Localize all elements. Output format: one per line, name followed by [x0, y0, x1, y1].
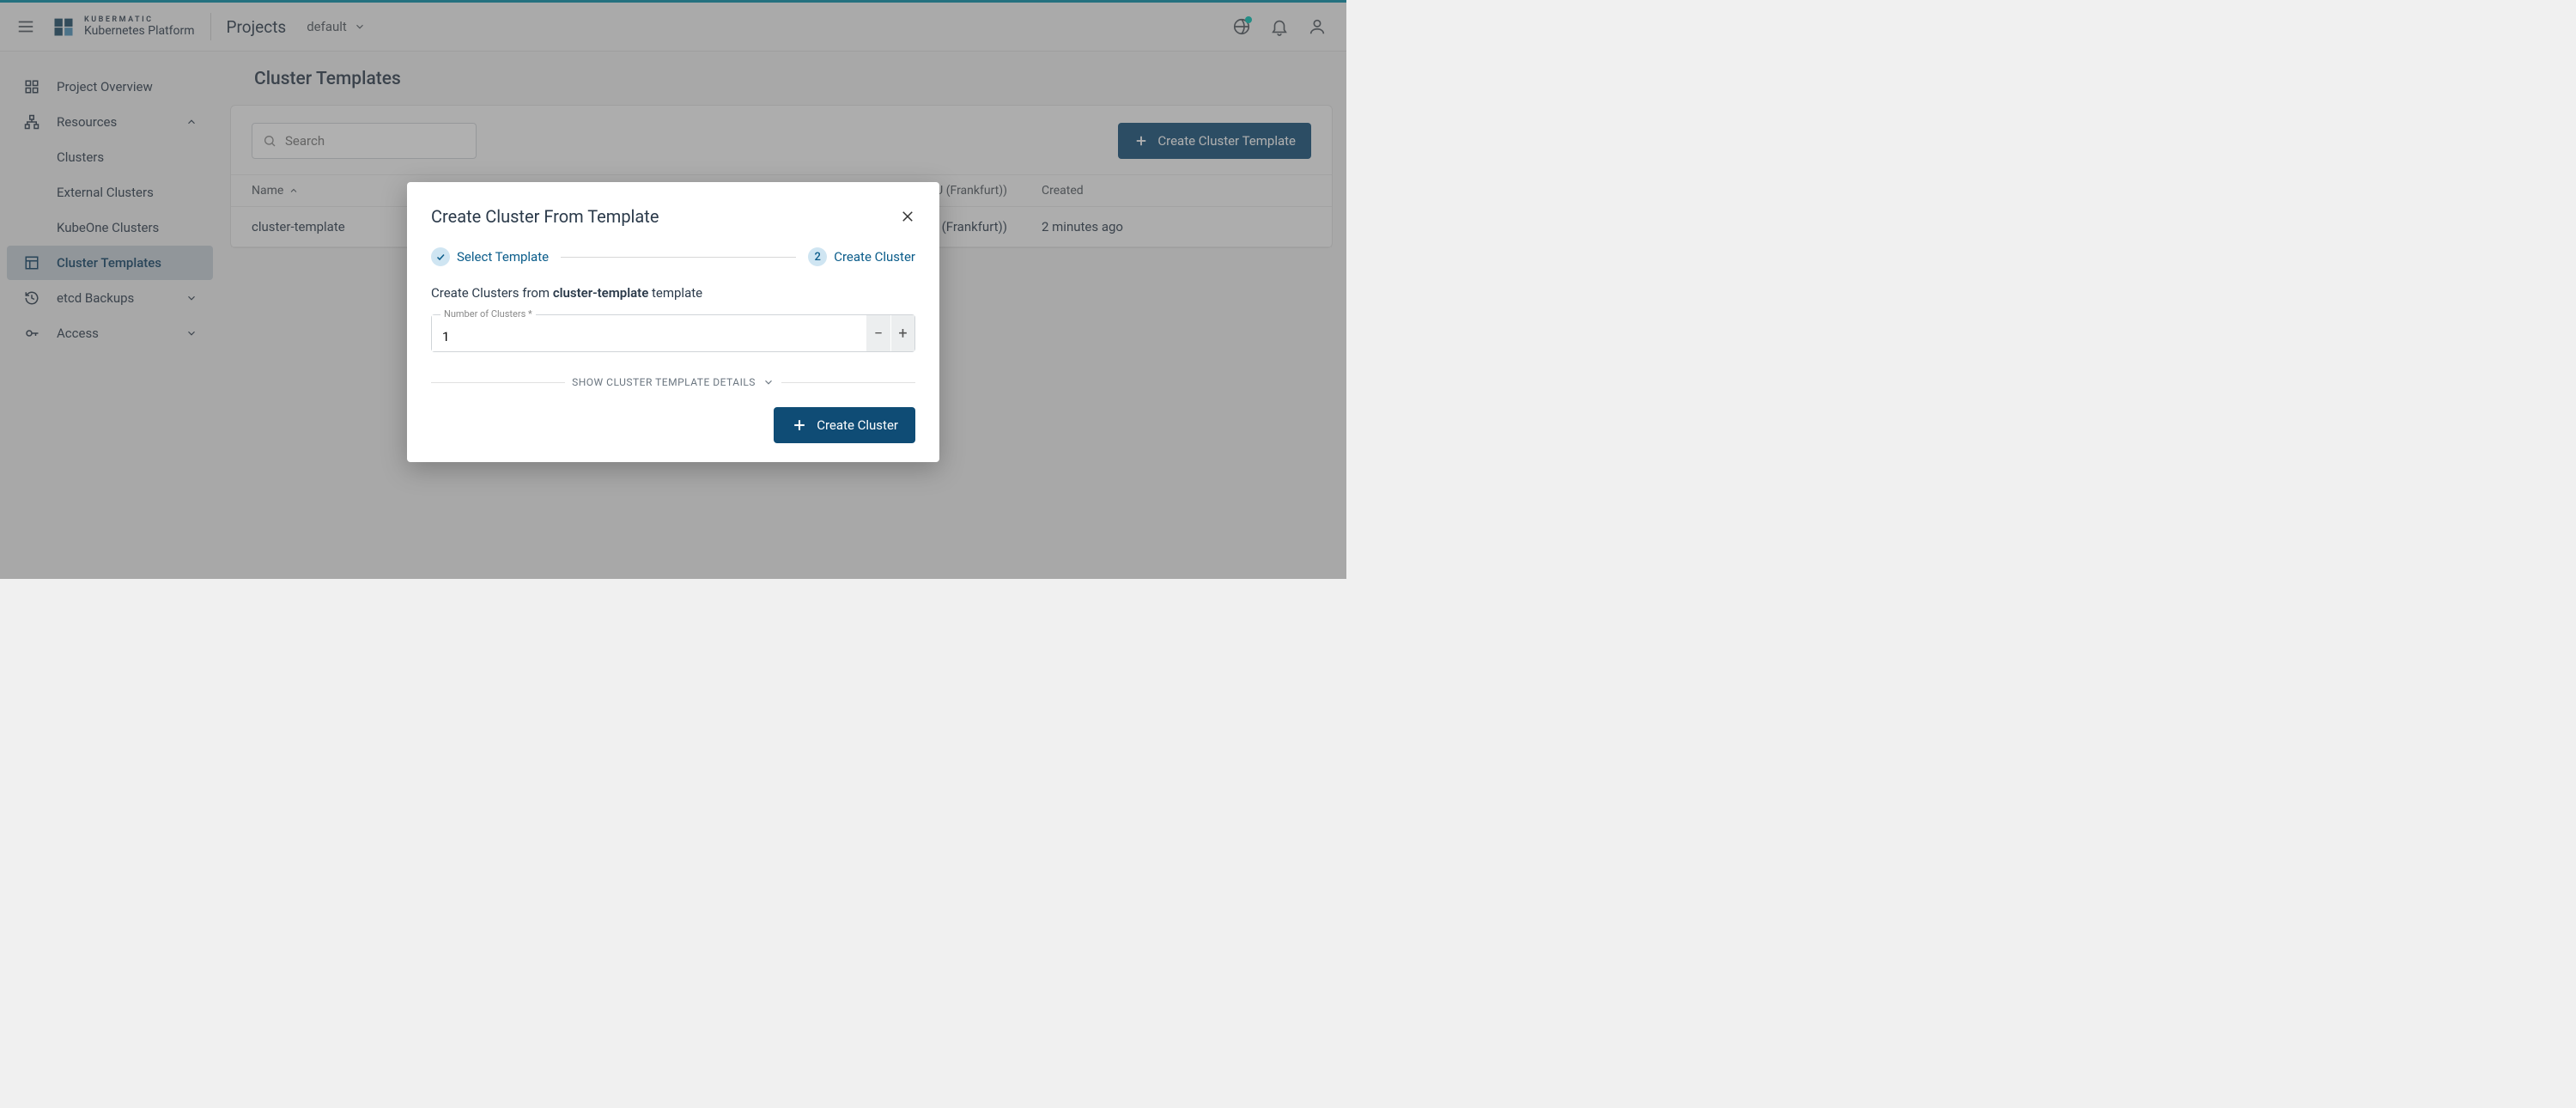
plus-icon [791, 417, 808, 434]
increment-button[interactable]: + [890, 315, 914, 351]
dialog-title: Create Cluster From Template [431, 206, 659, 227]
step-number: 2 [808, 247, 827, 266]
step-select-template[interactable]: Select Template [431, 247, 549, 266]
modal-overlay[interactable]: Create Cluster From Template Select Temp… [0, 0, 1346, 579]
chevron-down-icon [762, 376, 775, 388]
step-create-cluster[interactable]: 2 Create Cluster [808, 247, 915, 266]
show-template-details-toggle[interactable]: SHOW CLUSTER TEMPLATE DETAILS [431, 376, 915, 388]
wizard-stepper: Select Template 2 Create Cluster [431, 247, 915, 266]
close-icon [900, 209, 915, 224]
field-label: Number of Clusters * [440, 308, 536, 320]
create-cluster-button[interactable]: Create Cluster [774, 407, 915, 443]
step-connector [561, 257, 796, 258]
dialog-subtext: Create Clusters from cluster-template te… [431, 285, 915, 301]
step-label: Select Template [457, 249, 549, 265]
create-cluster-from-template-dialog: Create Cluster From Template Select Temp… [407, 182, 939, 462]
step-label: Create Cluster [834, 249, 915, 265]
number-of-clusters-field: Number of Clusters * − + [431, 314, 915, 352]
decrement-button[interactable]: − [866, 315, 890, 351]
number-of-clusters-input[interactable] [432, 315, 866, 351]
toggle-label: SHOW CLUSTER TEMPLATE DETAILS [572, 376, 756, 388]
check-icon [431, 247, 450, 266]
button-label: Create Cluster [817, 417, 898, 433]
close-button[interactable] [900, 209, 915, 224]
